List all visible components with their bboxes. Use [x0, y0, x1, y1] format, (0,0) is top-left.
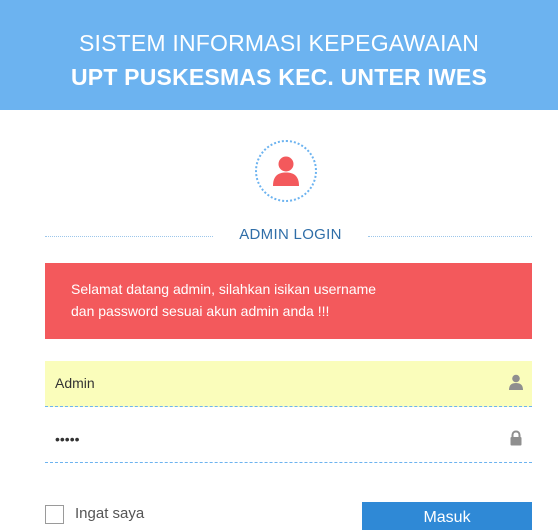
login-heading: ADMIN LOGIN — [239, 226, 342, 243]
username-input[interactable] — [45, 361, 485, 405]
system-title: SISTEM INFORMASI KEPEGAWAIAN — [78, 30, 480, 56]
password-field-wrapper — [45, 417, 532, 463]
lock-icon — [510, 430, 522, 446]
avatar — [255, 140, 317, 202]
remember-checkbox[interactable] — [45, 505, 64, 524]
welcome-alert: Selamat datang admin, silahkan isikan us… — [45, 263, 532, 339]
divider-right — [368, 236, 532, 237]
remember-label[interactable]: Ingat saya — [75, 505, 144, 522]
divider-left — [45, 236, 213, 237]
user-icon — [509, 374, 523, 390]
login-button[interactable]: Masuk — [362, 502, 532, 530]
user-icon — [273, 156, 299, 186]
alert-line-1: Selamat datang admin, silahkan isikan us… — [71, 281, 377, 297]
header-banner: SISTEM INFORMASI KEPEGAWAIAN UPT PUSKESM… — [0, 0, 558, 110]
alert-line-2: dan password sesuai akun admin anda !!! — [71, 303, 330, 319]
username-field-wrapper — [45, 361, 532, 407]
password-input[interactable] — [45, 417, 485, 461]
organization-title: UPT PUSKESMAS KEC. UNTER IWES — [70, 64, 487, 90]
login-page: SISTEM INFORMASI KEPEGAWAIAN UPT PUSKESM… — [0, 0, 558, 530]
